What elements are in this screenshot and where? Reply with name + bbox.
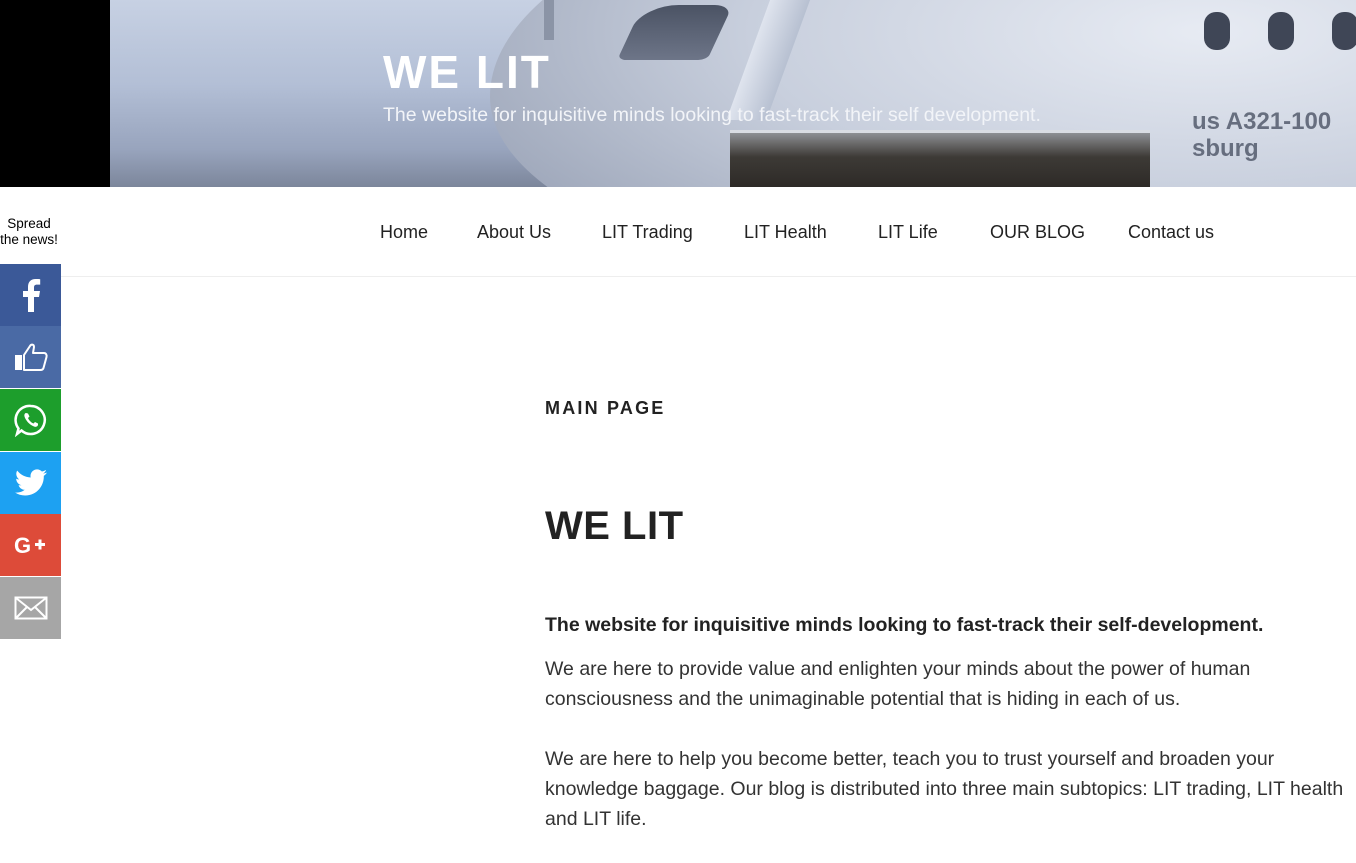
paragraph: We are here to help you become better, t…	[545, 748, 1344, 830]
airplane-registration-text: us A321-100 sburg	[1192, 108, 1331, 162]
main-navigation: Home About Us LIT Trading LIT Health LIT…	[0, 187, 1356, 277]
nav-item-our-blog[interactable]: OUR BLOG	[990, 221, 1085, 243]
page-lead: The website for inquisitive minds lookin…	[545, 614, 1264, 636]
page-section-label: MAIN PAGE	[545, 398, 666, 418]
page-title: WE LIT	[545, 504, 684, 548]
twitter-icon	[14, 469, 47, 496]
thumbs-up-icon	[14, 343, 48, 371]
nav-item-contact-us[interactable]: Contact us	[1128, 221, 1214, 243]
google-plus-icon: G	[14, 533, 45, 557]
site-header: us A321-100 sburg WE LIT The website for…	[0, 0, 1356, 187]
whatsapp-icon	[13, 404, 46, 437]
boarding-stairs	[730, 130, 1150, 187]
nav-item-lit-life[interactable]: LIT Life	[878, 221, 938, 243]
nav-item-lit-health[interactable]: LIT Health	[744, 221, 827, 243]
airplane-registration-line1: us A321-100	[1192, 108, 1332, 135]
airplane-window	[1332, 12, 1356, 50]
paragraph: We are here to provide value and enlight…	[545, 658, 1251, 710]
header-image: us A321-100 sburg	[110, 0, 1356, 187]
whatsapp-share-button[interactable]	[0, 389, 61, 451]
facebook-share-button[interactable]	[0, 264, 61, 326]
email-share-button[interactable]	[0, 577, 61, 639]
nav-item-about-us[interactable]: About Us	[477, 221, 551, 243]
email-icon	[14, 596, 47, 620]
header-pole	[544, 0, 554, 40]
svg-text:G: G	[14, 533, 31, 557]
twitter-share-button[interactable]	[0, 452, 61, 514]
like-button[interactable]	[0, 326, 61, 388]
facebook-icon	[22, 279, 40, 312]
airplane-registration-line2: sburg	[1192, 135, 1259, 162]
share-label: Spread the news!	[0, 216, 58, 247]
nav-item-home[interactable]: Home	[380, 221, 428, 243]
site-tagline: The website for inquisitive minds lookin…	[383, 104, 1041, 126]
airplane-window	[1268, 12, 1294, 50]
google-plus-share-button[interactable]: G	[0, 514, 61, 576]
airplane-window	[1204, 12, 1230, 50]
nav-item-lit-trading[interactable]: LIT Trading	[602, 221, 693, 243]
site-title[interactable]: WE LIT	[383, 44, 551, 100]
